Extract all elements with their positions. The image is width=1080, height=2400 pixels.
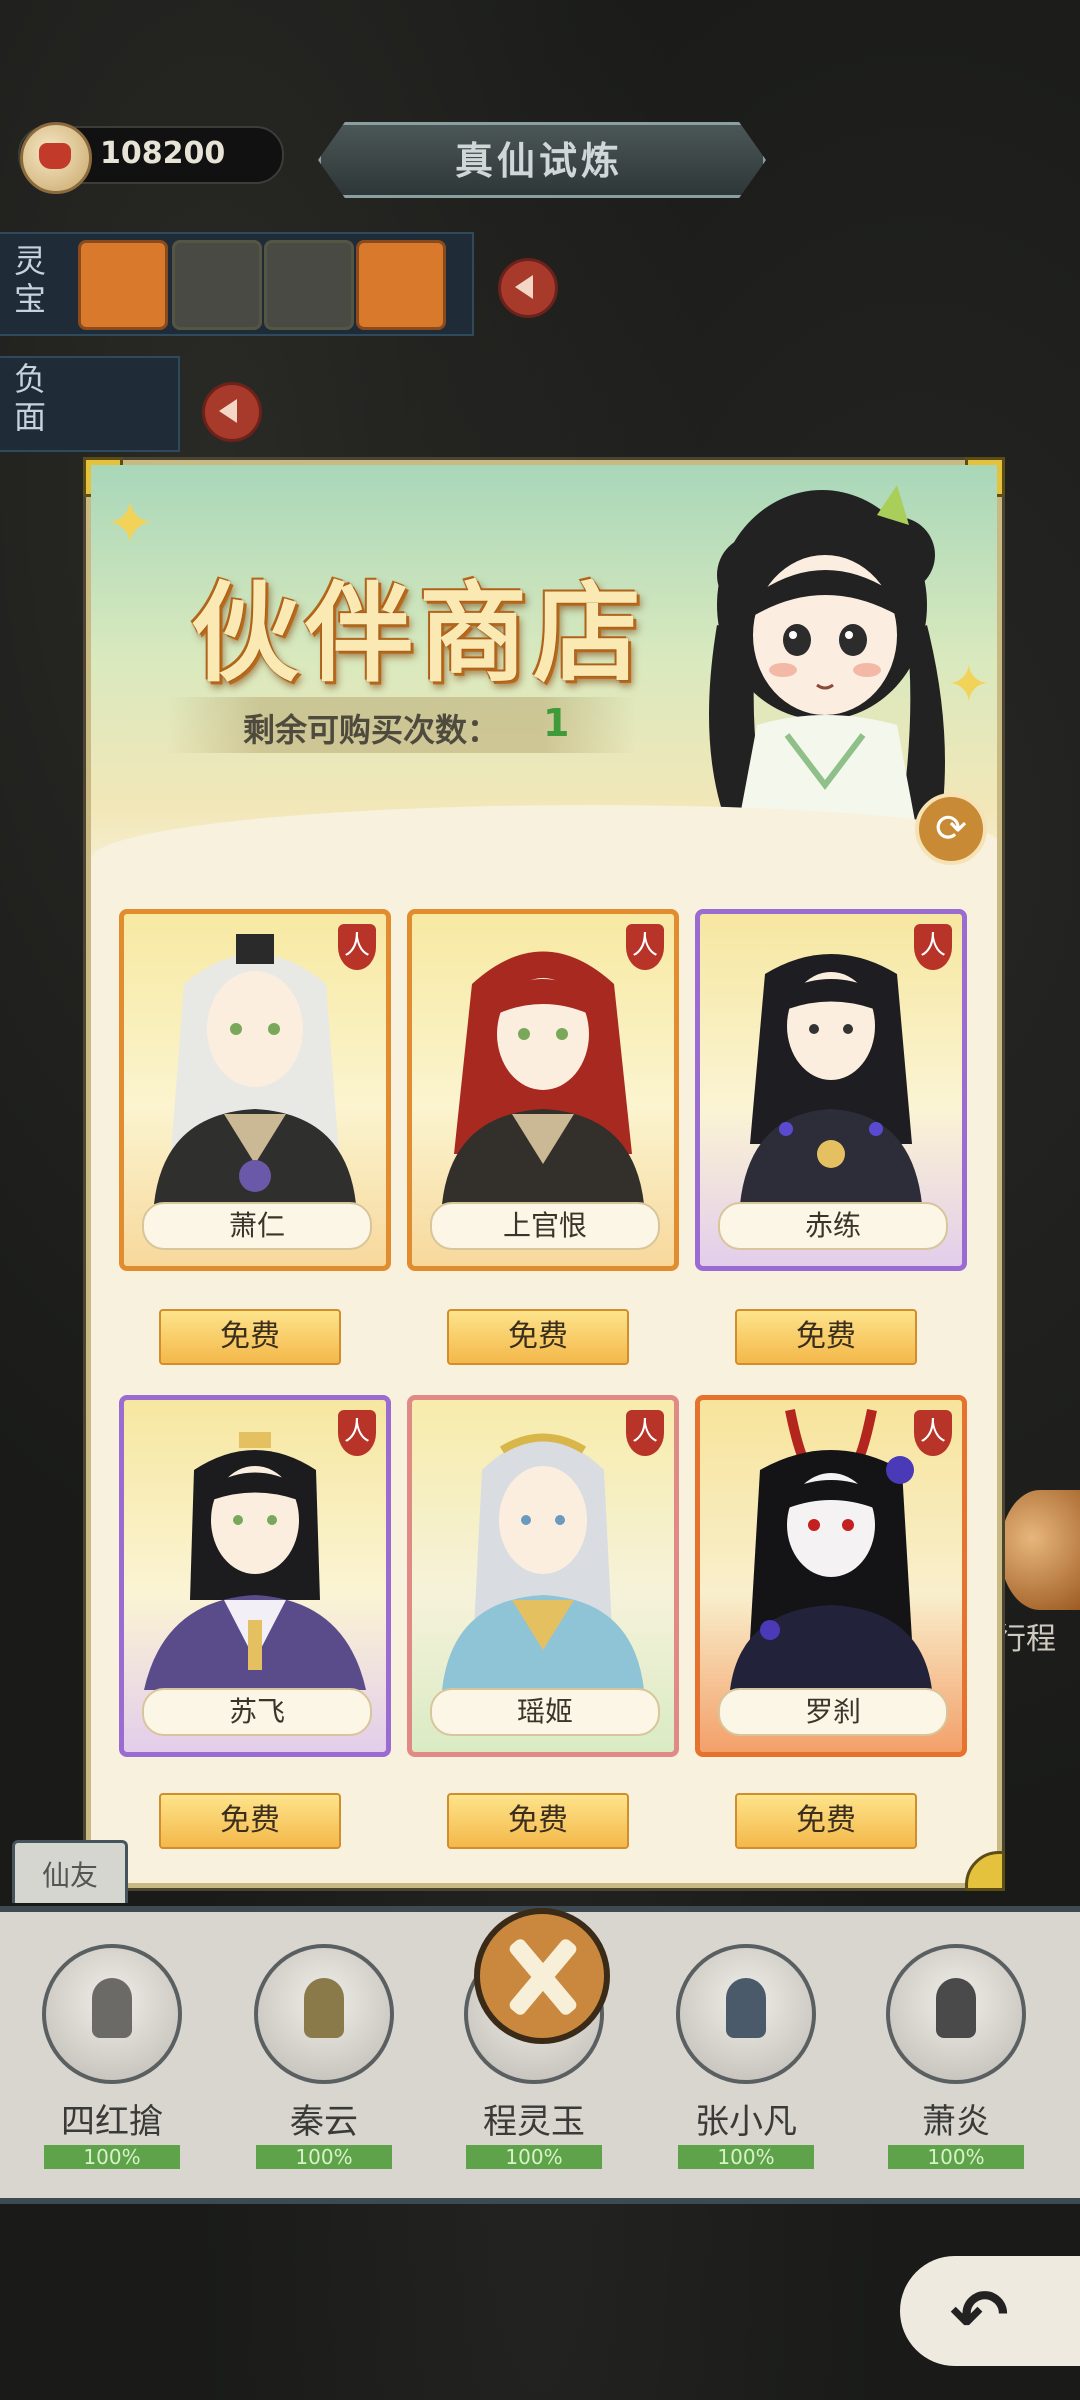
treasure-slot-4[interactable] (356, 240, 446, 330)
rarity-badge: 人 (626, 924, 664, 970)
journey-icon[interactable] (1000, 1490, 1080, 1610)
negative-label: 负面 (14, 360, 47, 436)
member-hp-bar: 100% (44, 2145, 180, 2169)
close-icon[interactable] (474, 1908, 610, 2044)
member-hp-bar: 100% (678, 2145, 814, 2169)
shop-header: ✦ ✦ 伙伴商店 剩余可购买次数： 1 ⟳ (91, 465, 997, 895)
back-arrow-icon: ↶ (950, 2274, 1009, 2356)
member-name: 四红搶 (61, 2102, 163, 2142)
rarity-badge: 人 (626, 1410, 664, 1456)
partner-name: 萧仁 (142, 1202, 372, 1250)
free-claim-button[interactable]: 免费 (447, 1793, 629, 1849)
rarity-badge: 人 (914, 924, 952, 970)
party-member-4[interactable]: 张小凡 100% (676, 1944, 816, 2169)
corner-ornament (965, 1851, 1005, 1891)
partner-card-2[interactable]: 人 上官恨 (407, 909, 679, 1271)
treasure-slot-1[interactable] (78, 240, 168, 330)
party-member-1[interactable]: 四红搶 100% (42, 1944, 182, 2169)
free-claim-button[interactable]: 免费 (735, 1793, 917, 1849)
member-hp-bar: 100% (888, 2145, 1024, 2169)
member-avatar (886, 1944, 1026, 2084)
journey-label: 行程 (996, 1622, 1056, 1657)
remaining-label: 剩余可购买次数： (243, 711, 500, 749)
refresh-icon[interactable]: ⟳ (915, 793, 987, 865)
partner-name: 上官恨 (430, 1202, 660, 1250)
partner-card-6[interactable]: 人 罗刹 (695, 1395, 967, 1757)
treasure-slot-2[interactable] (172, 240, 262, 330)
partner-name: 赤练 (718, 1202, 948, 1250)
partner-shop-dialog: ✦ ✦ 伙伴商店 剩余可购买次数： 1 ⟳ 人 萧仁 人 上官恨 人 赤练 免费… (83, 457, 1005, 1891)
free-claim-button[interactable]: 免费 (159, 1309, 341, 1365)
tab-companions[interactable]: 仙友 (12, 1840, 128, 1903)
coin-icon (20, 122, 92, 194)
member-avatar (676, 1944, 816, 2084)
member-hp-bar: 100% (256, 2145, 392, 2169)
rarity-badge: 人 (338, 1410, 376, 1456)
currency-value: 108200 (100, 136, 226, 171)
party-member-2[interactable]: 秦云 100% (254, 1944, 394, 2169)
treasure-label: 灵宝 (14, 242, 47, 318)
partner-card-5[interactable]: 人 瑶姬 (407, 1395, 679, 1757)
header-wave (91, 805, 997, 895)
page-title: 真仙试炼 (454, 139, 623, 183)
partner-name: 罗刹 (718, 1688, 948, 1736)
shop-title: 伙伴商店 (190, 571, 647, 697)
party-member-5[interactable]: 萧炎 100% (886, 1944, 1026, 2169)
back-button[interactable]: ↶ (900, 2256, 1080, 2366)
negative-collapse-arrow-icon[interactable] (202, 382, 262, 442)
rarity-badge: 人 (914, 1410, 952, 1456)
member-avatar (254, 1944, 394, 2084)
rarity-badge: 人 (338, 924, 376, 970)
free-claim-button[interactable]: 免费 (735, 1309, 917, 1365)
member-avatar (42, 1944, 182, 2084)
member-name: 张小凡 (695, 2102, 797, 2142)
free-claim-button[interactable]: 免费 (159, 1793, 341, 1849)
member-hp-bar: 100% (466, 2145, 602, 2169)
partner-name: 苏飞 (142, 1688, 372, 1736)
remaining-count: 1 (543, 701, 570, 745)
member-name: 秦云 (290, 2102, 358, 2142)
partner-card-4[interactable]: 人 苏飞 (119, 1395, 391, 1757)
member-name: 萧炎 (922, 2102, 990, 2142)
treasure-collapse-arrow-icon[interactable] (498, 258, 558, 318)
member-name: 程灵玉 (483, 2102, 585, 2142)
partner-name: 瑶姬 (430, 1688, 660, 1736)
partner-card-3[interactable]: 人 赤练 (695, 909, 967, 1271)
free-claim-button[interactable]: 免费 (447, 1309, 629, 1365)
negative-panel: 负面 (0, 356, 180, 452)
currency-display: 108200 (18, 122, 284, 194)
partner-card-1[interactable]: 人 萧仁 (119, 909, 391, 1271)
treasure-slot-3[interactable] (264, 240, 354, 330)
